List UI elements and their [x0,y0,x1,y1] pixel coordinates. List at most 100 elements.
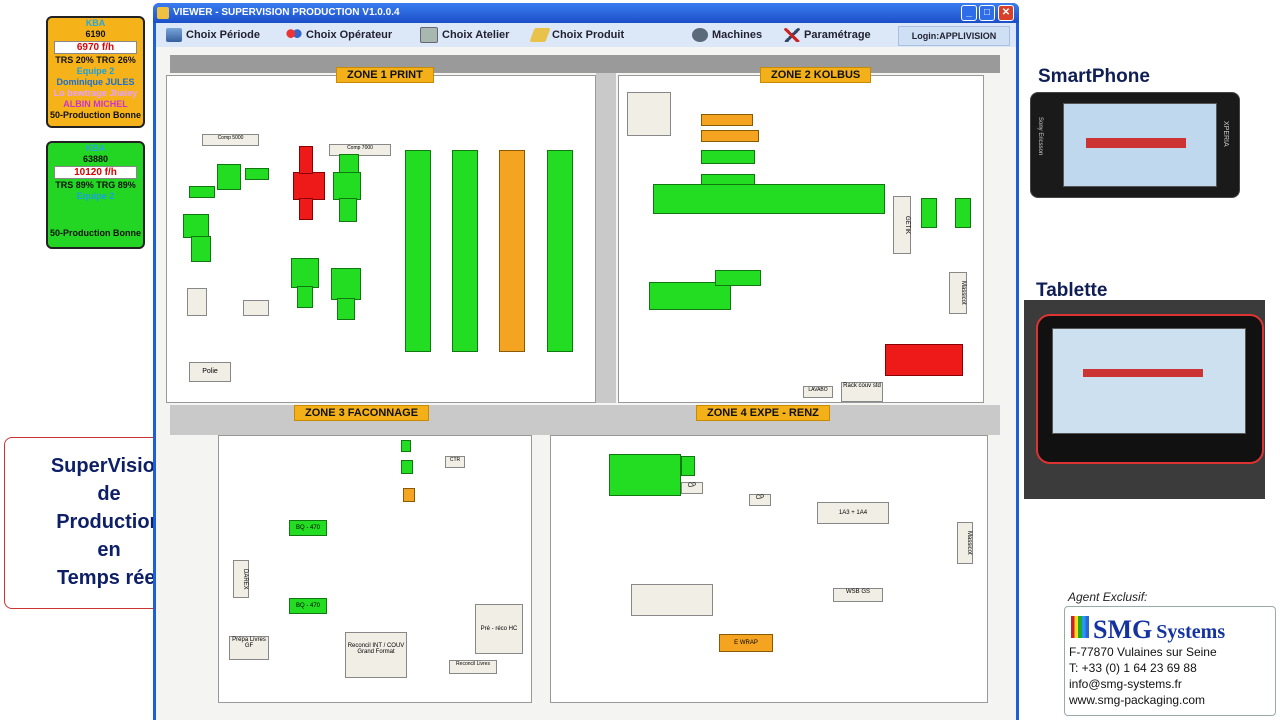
card-kpi: TRS 89% TRG 89% [55,180,136,190]
plan-reconcil: Reconcil INT / COUV Grand Format [345,632,407,678]
smg-suffix: Systems [1156,621,1226,643]
menu-label: Choix Opérateur [306,29,393,41]
operators-icon [286,28,302,42]
app-icon [157,7,169,19]
machine-green[interactable] [955,198,971,228]
machine-ewrap[interactable]: E WRAP [719,634,773,652]
machine-green[interactable] [191,236,211,262]
tablet-body [1036,314,1264,464]
viewer-window: VIEWER - SUPERVISION PRODUCTION V1.0.0.4… [153,3,1019,720]
machine-green[interactable] [217,164,241,190]
smartphone-title: SmartPhone [1038,66,1150,87]
machine-green[interactable] [701,150,755,164]
machine-green[interactable] [401,460,413,474]
menu-machines[interactable]: Machines [692,27,762,43]
tools-icon [784,28,800,42]
machine-green[interactable] [401,440,411,452]
machine-bq470-1[interactable]: BQ - 470 [289,520,327,536]
phone-screen-detail [1086,138,1186,148]
machine-bq470-2[interactable]: BQ - 470 [289,598,327,614]
machine-red[interactable] [293,172,325,200]
renz-line[interactable] [609,454,681,496]
plan-rack: Rack couv std [841,382,883,402]
plan-cp-1: CP [681,482,703,494]
smg-email[interactable]: info@smg-systems.fr [1069,677,1182,691]
menu-label: Choix Atelier [442,29,510,41]
menu-choix-periode[interactable]: Choix Période [166,27,260,43]
menu-choix-operateur[interactable]: Choix Opérateur [286,27,392,43]
zone-4-area: CP CP 1A3 + 1A4 WSB GS E WRAP Massicot [550,435,988,703]
card-rate: 6970 f/h [54,41,137,54]
smg-logo: SMG Systems [1071,615,1225,645]
kolbus-line-2[interactable] [649,282,731,310]
machine-green[interactable] [331,268,361,300]
machine-green[interactable] [339,198,357,222]
phone-screen [1063,103,1217,187]
machine-green[interactable] [291,258,319,288]
plan-darex: DAREX [233,560,249,598]
press-line-2[interactable] [452,150,478,352]
close-button[interactable]: ✕ [998,5,1014,21]
plan-reconcil-livres: Reconcil Livres [449,660,497,674]
card-counter: 6190 [85,29,106,39]
machine-green[interactable] [715,270,761,286]
machine-green[interactable] [333,172,361,200]
machine-green[interactable] [921,198,937,228]
machine-orange[interactable] [701,114,753,126]
phone-maker-label: Sony Ericsson [1037,117,1043,156]
title-bar: VIEWER - SUPERVISION PRODUCTION V1.0.0.4… [153,3,1019,23]
machine-orange[interactable] [403,488,415,502]
machine-green[interactable] [245,168,269,180]
machine-status-card-2[interactable]: KBA 63880 10120 f/h TRS 89% TRG 89% Equi… [46,141,145,249]
press-line-1[interactable] [405,150,431,352]
menu-label: Choix Produit [552,29,625,41]
machine-red[interactable] [299,146,313,174]
menu-label: Machines [712,29,763,41]
card-operator-3: ALBIN MICHEL [63,99,128,109]
machine-red[interactable] [885,344,963,376]
smg-logo-icon [1071,616,1089,638]
floor-plan: Comp 5000 Comp 7000 Polie ZONE 1 PRINT G… [156,47,1016,720]
plan-desk [187,288,207,316]
plan-desk [243,300,269,316]
plan-ctr: CTR [445,456,465,468]
plan-massicot: Massicot [949,272,967,314]
machine-red[interactable] [299,198,313,220]
machine-green[interactable] [183,214,209,238]
plan-furniture [627,92,671,136]
card-team: Equipe 2 [76,66,115,76]
machine-status-card-1[interactable]: KBA 6190 6970 f/h TRS 20% TRG 26% Equipe… [46,16,145,128]
hourglass-icon [166,28,182,42]
maximize-button[interactable]: □ [979,5,995,21]
minimize-button[interactable]: _ [961,5,977,21]
machines-icon [692,28,708,42]
smg-contact-box: SMG Systems F-77870 Vulaines sur Seine T… [1064,606,1276,716]
card-footer: 50-Production Bonne [49,110,141,120]
menu-choix-atelier[interactable]: Choix Atelier [420,27,509,43]
machine-green[interactable] [297,286,313,308]
kolbus-line[interactable] [653,184,885,214]
machine-orange[interactable] [701,130,759,142]
press-line-4[interactable] [547,150,573,352]
phone-brand-label: XPERIA [1222,121,1229,147]
agent-label: Agent Exclusif: [1068,590,1148,604]
zone-3-label: ZONE 3 FACONNAGE [294,405,430,421]
plan-prepa: Prépa Livres GF [229,636,269,660]
zone-4-label: ZONE 4 EXPE - RENZ [696,405,830,421]
smg-address: F-77870 Vulaines sur Seine [1069,645,1217,659]
machine-green[interactable] [337,298,355,320]
machine-green[interactable] [339,154,359,174]
smg-web[interactable]: www.smg-packaging.com [1069,693,1205,707]
plan-preco: Pré - réco HC [475,604,523,654]
card-kpi: TRS 20% TRG 26% [55,55,136,65]
tablet-title: Tablette [1036,280,1108,301]
menu-choix-produit[interactable]: Choix Produit [529,27,625,43]
card-footer: 50-Production Bonne [49,228,141,238]
machine-green[interactable] [189,186,215,198]
zone-3-area: BQ - 470 BQ - 470 DAREX Prépa Livres GF … [218,435,532,703]
plan-massicot-2: Massicot [957,522,973,564]
menu-parametrage[interactable]: Paramétrage [784,27,871,43]
machine-green[interactable] [681,456,695,476]
workshop-icon [420,27,438,43]
press-line-3[interactable] [499,150,525,352]
